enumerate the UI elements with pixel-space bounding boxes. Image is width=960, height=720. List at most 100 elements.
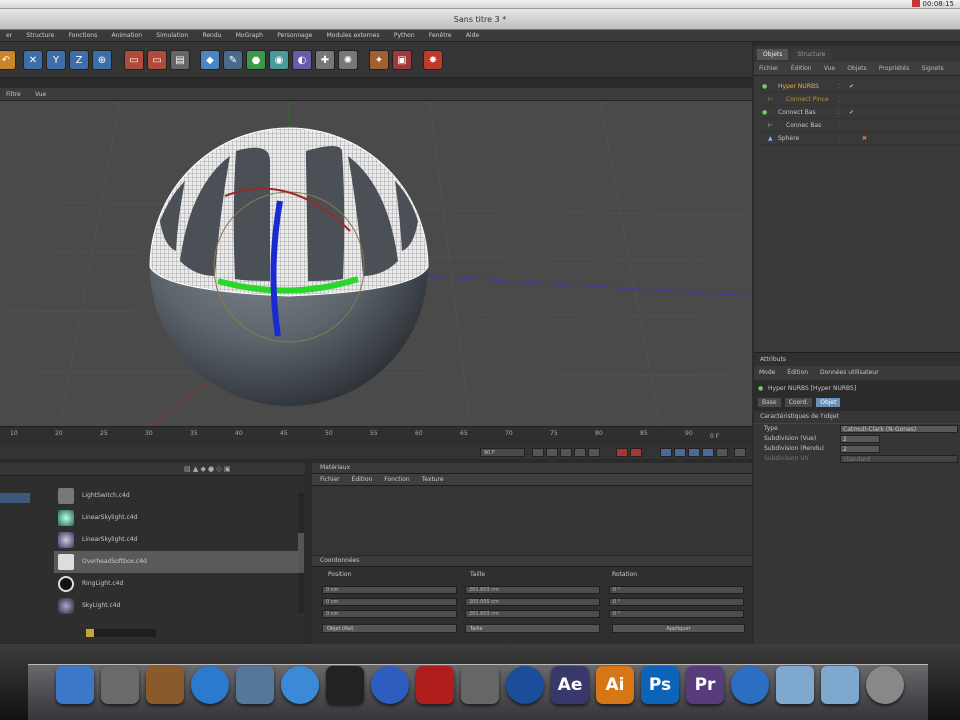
list-item-selected[interactable]: OverheadSoftbox.c4d <box>54 551 299 573</box>
type-select[interactable]: Catmull-Clark (N-Gones) <box>840 425 958 433</box>
menu-item[interactable]: Aide <box>460 30 485 42</box>
tag-icon[interactable]: ✖ <box>862 132 867 145</box>
bug-icon[interactable]: ✸ <box>423 50 443 70</box>
tab-object[interactable]: Objet <box>816 398 841 407</box>
render-view-icon[interactable]: ▭ <box>124 50 144 70</box>
tab-coord[interactable]: Coord. <box>784 398 813 407</box>
list-item[interactable]: LinearSkylight.c4d <box>54 507 299 529</box>
position-x-field[interactable]: 0 cm <box>322 586 457 594</box>
tab-base[interactable]: Base <box>758 398 781 407</box>
key-rotation-icon[interactable] <box>688 448 700 457</box>
tab-objects[interactable]: Objets <box>757 49 789 60</box>
play-icon[interactable] <box>574 448 586 457</box>
subdivision-view-field[interactable]: 2 <box>840 435 880 443</box>
tab-structure[interactable]: Structure <box>791 49 832 60</box>
z-axis-lock-icon[interactable]: Z <box>69 50 89 70</box>
objects-menu-item[interactable]: Objets <box>842 62 871 76</box>
size-mode-select[interactable]: Taille <box>465 624 600 633</box>
browser-toolbar-icons[interactable]: ▤ ▲ ◆ ● ◇ ▣ <box>184 465 231 473</box>
objects-menu-item[interactable]: Fichier <box>754 62 784 76</box>
objects-menu-item[interactable]: Édition <box>786 62 817 76</box>
tool-icon[interactable]: ✦ <box>369 50 389 70</box>
menu-item[interactable]: Fenêtre <box>423 30 458 42</box>
y-axis-lock-icon[interactable]: Y <box>46 50 66 70</box>
go-start-icon[interactable] <box>532 448 544 457</box>
render-picture-viewer-icon[interactable]: ▭ <box>147 50 167 70</box>
size-x-field[interactable]: 201.603 cm <box>465 586 600 594</box>
apply-button[interactable]: Appliquer <box>612 624 745 633</box>
objects-menu-item[interactable]: Vue <box>819 62 840 76</box>
visibility-dots[interactable]: ⁚ <box>838 93 840 106</box>
menu-item[interactable]: Structure <box>20 30 60 42</box>
dock-preview-icon[interactable] <box>146 666 184 704</box>
object-row[interactable]: ⊢ Connec Bas ⁚ <box>754 119 960 132</box>
dock-cinema-icon[interactable] <box>326 666 364 704</box>
menu-item[interactable]: Personnage <box>271 30 318 42</box>
enabled-check-icon[interactable]: ✔ <box>849 106 854 119</box>
attributes-menu-item[interactable]: Mode <box>754 369 780 376</box>
menu-item[interactable]: er <box>0 30 18 42</box>
menu-item[interactable]: Python <box>388 30 421 42</box>
dock-premiere-icon[interactable]: Pr <box>686 666 724 704</box>
dock-photo-booth-icon[interactable] <box>416 666 454 704</box>
visibility-dots[interactable]: ⁚ <box>838 119 840 132</box>
cube-icon[interactable]: ◆ <box>200 50 220 70</box>
size-y-field[interactable]: 200.005 cm <box>465 598 600 606</box>
visibility-dots[interactable]: ⁚ <box>838 80 840 93</box>
materials-menu-item[interactable]: Texture <box>422 476 444 483</box>
key-pla-icon[interactable] <box>716 448 728 457</box>
zoom-slider[interactable] <box>86 629 156 637</box>
scene-icon[interactable]: ✚ <box>315 50 335 70</box>
materials-menu-item[interactable]: Fichier <box>320 476 340 483</box>
record-icon[interactable] <box>616 448 628 457</box>
dock-utility-icon[interactable] <box>461 666 499 704</box>
next-frame-icon[interactable] <box>588 448 600 457</box>
position-y-field[interactable]: 0 cm <box>322 598 457 606</box>
objects-menu-item[interactable]: Signets <box>916 62 948 76</box>
dock-quicktime-icon[interactable] <box>731 666 769 704</box>
array-icon[interactable]: ◉ <box>269 50 289 70</box>
key-position-icon[interactable] <box>660 448 672 457</box>
materials-menu-item[interactable]: Édition <box>352 476 373 483</box>
list-item[interactable]: LinearSkylight.c4d <box>54 529 299 551</box>
dock-app-store-icon[interactable] <box>191 666 229 704</box>
dock-photoshop-icon[interactable]: Ps <box>641 666 679 704</box>
rotation-p-field[interactable]: 0 ° <box>609 598 744 606</box>
subdivision-render-field[interactable]: 2 <box>840 445 880 453</box>
folder-selection[interactable] <box>0 493 30 503</box>
menu-item[interactable]: Modules externes <box>321 30 386 42</box>
3d-viewport[interactable] <box>0 101 752 426</box>
coordinate-system-icon[interactable]: ⊕ <box>92 50 112 70</box>
object-row[interactable]: ▲ Sphère ⁚ ✖ <box>754 132 960 145</box>
prev-key-icon[interactable] <box>546 448 558 457</box>
prev-frame-icon[interactable] <box>560 448 572 457</box>
end-frame-field[interactable]: 90 F <box>480 448 525 457</box>
object-row[interactable]: ⊢ Connect Pince ⁚ <box>754 93 960 106</box>
dock-folder-icon[interactable] <box>776 666 814 704</box>
key-param-icon[interactable] <box>702 448 714 457</box>
menu-item[interactable]: MoGraph <box>230 30 269 42</box>
dock-photo-icon[interactable] <box>236 666 274 704</box>
dock-folder-icon[interactable] <box>821 666 859 704</box>
auto-key-icon[interactable] <box>630 448 642 457</box>
timeline[interactable]: 10 20 25 30 35 40 45 50 55 60 65 70 75 8… <box>0 426 752 446</box>
render-settings-icon[interactable]: ▤ <box>170 50 190 70</box>
materials-menu-item[interactable]: Fonction <box>384 476 410 483</box>
viewport-menu-item[interactable]: Vue <box>29 88 52 101</box>
object-row[interactable]: ● Connect Bas ⁚ ✔ <box>754 106 960 119</box>
visibility-dots[interactable]: ⁚ <box>838 106 840 119</box>
menu-item[interactable]: Rendu <box>196 30 227 42</box>
objects-menu-item[interactable]: Propriétés <box>874 62 914 76</box>
rotation-b-field[interactable]: 0 ° <box>609 610 744 618</box>
visibility-dots[interactable]: ⁚ <box>838 132 840 145</box>
subdivision-uv-select[interactable]: Standard <box>840 455 958 463</box>
list-item[interactable]: LightSwitch.c4d <box>54 485 299 507</box>
light-icon[interactable]: ✺ <box>338 50 358 70</box>
viewport-menu-item[interactable]: Filtre <box>0 88 27 101</box>
list-item[interactable]: RingLight.c4d <box>54 573 299 595</box>
position-z-field[interactable]: 0 cm <box>322 610 457 618</box>
undo-icon[interactable]: ↶ <box>0 50 16 70</box>
menu-item[interactable]: Simulation <box>150 30 194 42</box>
dock-rocket-icon[interactable] <box>101 666 139 704</box>
dock-finder-icon[interactable] <box>56 666 94 704</box>
